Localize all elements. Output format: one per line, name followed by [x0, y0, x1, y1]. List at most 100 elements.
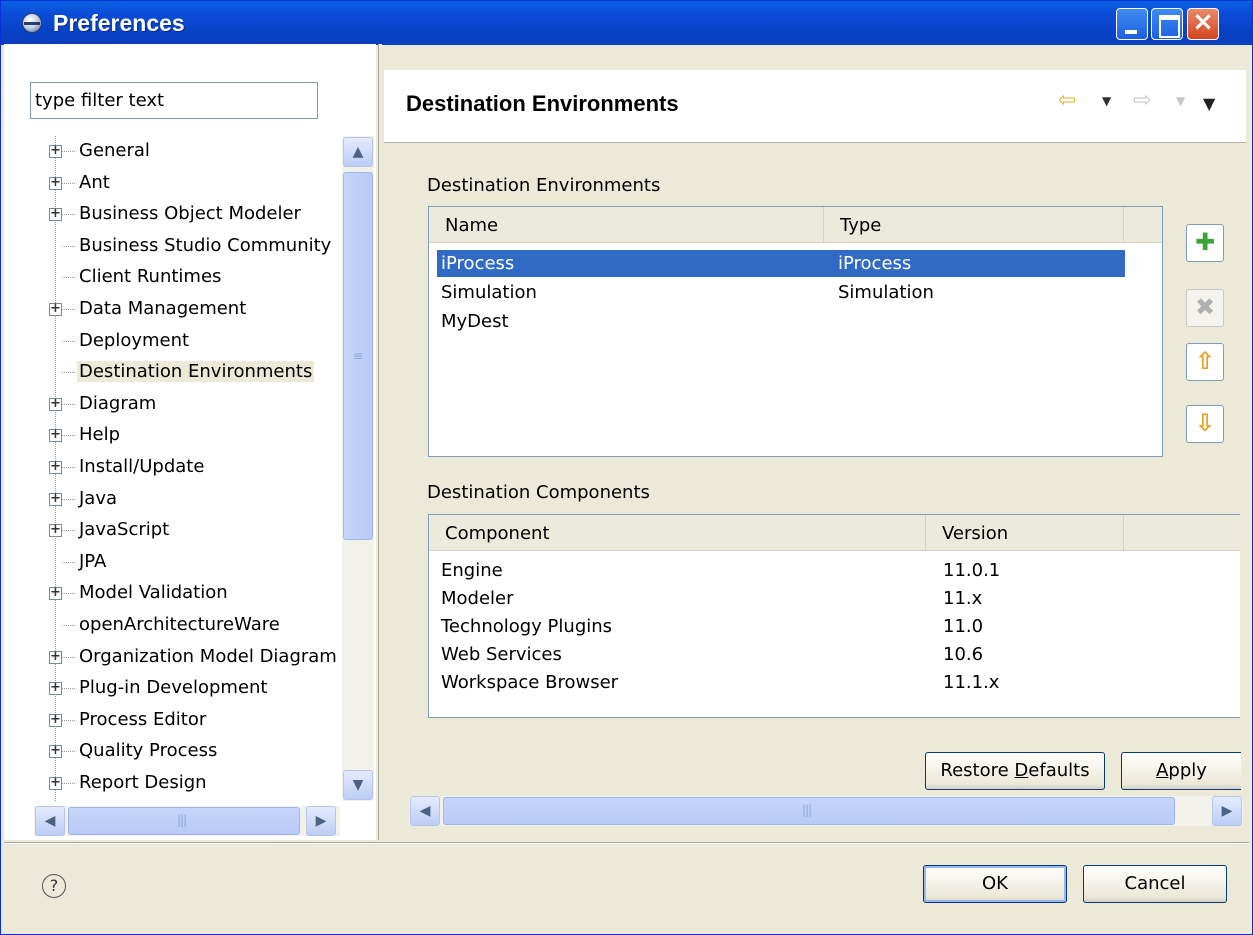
- chevron-left-icon: ◀: [419, 803, 431, 819]
- apply-button[interactable]: Apply: [1121, 752, 1241, 790]
- column-header-name[interactable]: Name: [429, 207, 824, 243]
- scroll-left-button[interactable]: ◀: [35, 806, 65, 836]
- tree-item-label[interactable]: Ant: [77, 172, 112, 193]
- ok-button[interactable]: OK: [923, 865, 1067, 903]
- tree-item-label[interactable]: Plug-in Development: [77, 677, 270, 698]
- comp-cell-component[interactable]: Technology Plugins: [441, 616, 612, 637]
- expand-icon[interactable]: +: [49, 586, 62, 601]
- add-button[interactable]: ✚: [1186, 224, 1224, 262]
- tree-item-label[interactable]: JPA: [77, 551, 108, 572]
- back-menu-button[interactable]: ▼: [1102, 94, 1111, 118]
- close-button[interactable]: ×: [1187, 7, 1219, 40]
- expand-icon[interactable]: +: [49, 776, 62, 790]
- comp-cell-component[interactable]: Web Services: [441, 644, 562, 665]
- environments-label: Destination Environments: [427, 175, 661, 196]
- page-horizontal-scrollbar[interactable]: ◀ ||| ▶: [409, 796, 1243, 826]
- expand-icon[interactable]: +: [49, 207, 62, 222]
- minimize-button[interactable]: [1116, 8, 1148, 40]
- expand-icon[interactable]: +: [49, 681, 62, 696]
- help-icon[interactable]: ?: [42, 874, 66, 898]
- expand-icon[interactable]: +: [49, 492, 62, 506]
- tree-scroll-thumb[interactable]: ≡: [343, 172, 373, 540]
- tree-item-label[interactable]: Business Object Modeler: [77, 203, 303, 224]
- env-cell-name[interactable]: MyDest: [441, 311, 509, 332]
- chevron-right-icon: ▶: [315, 813, 327, 829]
- env-cell-name[interactable]: Simulation: [441, 282, 537, 303]
- page-hscroll-thumb[interactable]: |||: [443, 797, 1175, 825]
- tree-item-label[interactable]: Business Studio Community: [77, 235, 333, 256]
- expand-icon[interactable]: +: [49, 302, 62, 316]
- tree-item-label[interactable]: Client Runtimes: [77, 266, 223, 287]
- tree-item-label[interactable]: Data Management: [77, 298, 248, 319]
- tree-item-label[interactable]: Report Design: [77, 772, 209, 793]
- forward-button[interactable]: ⇨: [1133, 88, 1151, 113]
- env-cell-name[interactable]: iProcess: [441, 253, 514, 274]
- scroll-right-button[interactable]: ▶: [306, 806, 336, 836]
- arrow-up-icon: ⇧: [1194, 347, 1216, 375]
- comp-cell-version[interactable]: 10.6: [943, 644, 983, 665]
- footer-separator: [4, 842, 1249, 844]
- tree-item-label[interactable]: Diagram: [77, 393, 158, 414]
- tree-horizontal-scrollbar[interactable]: ◀ ||| ▶: [34, 806, 340, 836]
- tree-item-label[interactable]: Organization Model Diagram: [77, 646, 339, 667]
- scroll-left-button[interactable]: ◀: [410, 796, 440, 826]
- filter-input[interactable]: [30, 82, 318, 119]
- remove-button[interactable]: ✖: [1186, 289, 1224, 327]
- expand-icon[interactable]: +: [49, 650, 62, 664]
- expand-icon[interactable]: +: [49, 713, 62, 727]
- comp-cell-component[interactable]: Modeler: [441, 588, 514, 609]
- chevron-right-icon: ▶: [1221, 803, 1233, 819]
- forward-menu-button[interactable]: ▼: [1176, 94, 1185, 118]
- tree-item-label[interactable]: JavaScript: [77, 519, 171, 540]
- tree-item-label[interactable]: openArchitectureWare: [77, 614, 282, 635]
- expand-icon[interactable]: +: [49, 523, 62, 538]
- expand-icon[interactable]: +: [49, 460, 62, 474]
- column-header-type[interactable]: Type: [824, 207, 1124, 243]
- components-table[interactable]: Component Version Engine 11.0.1 Modeler …: [428, 514, 1240, 718]
- tree-item-label[interactable]: Quality Process: [77, 740, 219, 761]
- comp-cell-version[interactable]: 11.x: [943, 588, 982, 609]
- move-down-button[interactable]: ⇩: [1186, 405, 1224, 443]
- selected-row-highlight[interactable]: [437, 250, 1125, 277]
- comp-cell-component[interactable]: Workspace Browser: [441, 672, 618, 693]
- column-header-version[interactable]: Version: [926, 515, 1124, 551]
- tree-hscroll-thumb[interactable]: |||: [68, 807, 300, 835]
- tree-connector: [62, 783, 75, 784]
- view-menu-button[interactable]: ▼: [1203, 94, 1215, 118]
- back-arrow-icon: ⇦: [1058, 88, 1077, 113]
- pane-divider[interactable]: [378, 44, 382, 840]
- comp-cell-version[interactable]: 11.0.1: [943, 560, 1000, 581]
- tree-item-label[interactable]: General: [77, 140, 152, 161]
- tree-item-label[interactable]: Install/Update: [77, 456, 206, 477]
- expand-icon[interactable]: +: [49, 144, 62, 158]
- maximize-button[interactable]: [1151, 8, 1183, 40]
- title-bar[interactable]: Preferences ×: [1, 1, 1252, 45]
- column-header-component[interactable]: Component: [429, 515, 926, 551]
- environments-table[interactable]: Name Type iProcess iProcess Simulation S…: [428, 206, 1163, 457]
- tree-item-label[interactable]: Destination Environments: [77, 361, 315, 383]
- tree-vertical-scrollbar[interactable]: ▲ ≡ ▼: [342, 136, 374, 801]
- scroll-down-button[interactable]: ▼: [343, 770, 373, 800]
- tree-item-label[interactable]: Help: [77, 424, 122, 445]
- restore-defaults-button[interactable]: Restore Defaults: [925, 752, 1105, 790]
- cancel-button[interactable]: Cancel: [1083, 865, 1227, 903]
- move-up-button[interactable]: ⇧: [1186, 343, 1224, 381]
- scroll-right-button[interactable]: ▶: [1212, 796, 1242, 826]
- expand-icon[interactable]: +: [49, 428, 62, 443]
- delete-icon: ✖: [1194, 293, 1216, 321]
- expand-icon[interactable]: +: [49, 397, 62, 411]
- env-cell-type[interactable]: Simulation: [838, 282, 934, 303]
- expand-icon[interactable]: +: [49, 744, 62, 759]
- scroll-up-button[interactable]: ▲: [343, 137, 373, 167]
- tree-item-label[interactable]: Deployment: [77, 330, 191, 351]
- tree-item-label[interactable]: Java: [77, 488, 119, 509]
- comp-cell-component[interactable]: Engine: [441, 560, 503, 581]
- comp-cell-version[interactable]: 11.0: [943, 616, 983, 637]
- tree-item-label[interactable]: Model Validation: [77, 582, 230, 603]
- comp-cell-version[interactable]: 11.1.x: [943, 672, 999, 693]
- tree-item-label[interactable]: Process Editor: [77, 709, 208, 730]
- expand-icon[interactable]: +: [49, 176, 62, 190]
- back-button[interactable]: ⇦: [1058, 88, 1077, 113]
- env-cell-type[interactable]: iProcess: [838, 253, 911, 274]
- tree-connector: [62, 561, 75, 563]
